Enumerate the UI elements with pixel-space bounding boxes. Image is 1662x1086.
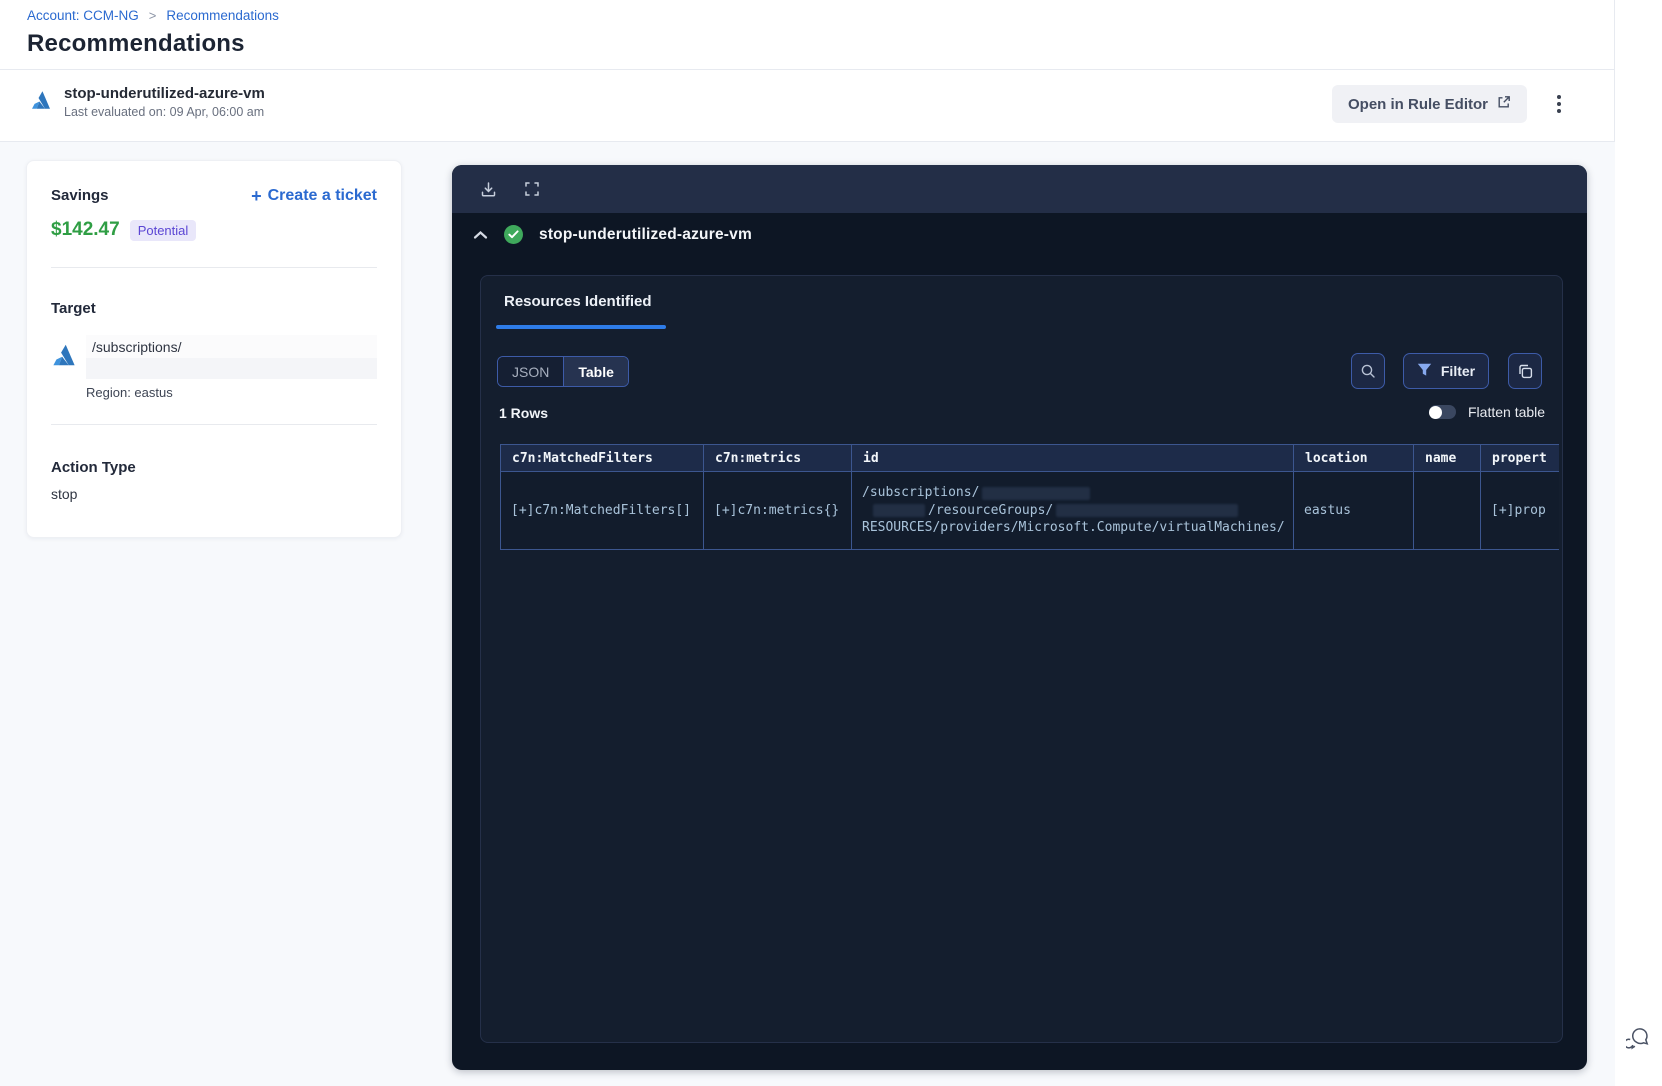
content-column: Account: CCM-NG > Recommendations Recomm… (0, 0, 1615, 1086)
breadcrumb-page-link[interactable]: Recommendations (166, 8, 279, 23)
collapse-chevron-icon[interactable] (473, 230, 488, 240)
cell-id: /subscriptions/ /resourceGroups/ RESOURC… (851, 471, 1294, 550)
resources-card: Resources Identified JSON Table Filter 1… (480, 275, 1563, 1043)
fullscreen-icon[interactable] (522, 179, 542, 199)
action-type-label: Action Type (51, 459, 136, 476)
target-row: /subscriptions/ (51, 335, 377, 379)
panel-toolbar (452, 165, 1587, 213)
table-header-row: c7n:MatchedFilters c7n:metrics id locati… (500, 444, 1559, 472)
col-header-id: id (851, 444, 1294, 472)
cell-name (1413, 471, 1481, 550)
col-header-location: location (1293, 444, 1414, 472)
main-area: Savings + Create a ticket $142.47 Potent… (0, 142, 1615, 1086)
azure-logo-icon-small (51, 342, 77, 373)
create-ticket-label: Create a ticket (267, 187, 377, 204)
target-label: Target (51, 300, 96, 317)
more-options-kebab-button[interactable] (1549, 89, 1569, 119)
col-header-properties: propert (1480, 444, 1559, 472)
breadcrumb-separator: > (148, 8, 157, 23)
redacted-text (982, 486, 1091, 500)
divider (51, 267, 377, 268)
download-icon[interactable] (478, 179, 498, 199)
view-json-button[interactable]: JSON (498, 357, 565, 386)
cell-location: eastus (1293, 471, 1414, 550)
open-in-rule-editor-label: Open in Rule Editor (1347, 95, 1488, 113)
col-header-metrics: c7n:metrics (703, 444, 852, 472)
recommendations-page: Account: CCM-NG > Recommendations Recomm… (0, 0, 1662, 1086)
rule-title: stop-underutilized-azure-vm (64, 85, 265, 102)
savings-label: Savings (51, 187, 109, 204)
savings-amount: $142.47 (51, 219, 120, 240)
divider (51, 424, 377, 425)
target-path: /subscriptions/ (86, 335, 377, 358)
open-in-rule-editor-button[interactable]: Open in Rule Editor (1331, 85, 1527, 123)
panel-rule-row: stop-underutilized-azure-vm (473, 225, 752, 244)
id-line-3: RESOURCES/providers/Microsoft.Compute/vi… (862, 520, 1285, 536)
search-button[interactable] (1351, 353, 1385, 389)
results-table-container: c7n:MatchedFilters c7n:metrics id locati… (500, 444, 1559, 550)
cell-properties-expander[interactable]: [+]prop (1480, 471, 1559, 550)
action-type-value: stop (51, 486, 78, 502)
page-title: Recommendations (27, 30, 245, 57)
breadcrumb: Account: CCM-NG > Recommendations (27, 8, 279, 23)
create-ticket-button[interactable]: + Create a ticket (251, 187, 377, 205)
row-count: 1 Rows (499, 405, 549, 421)
azure-logo-icon (30, 89, 52, 116)
recommendation-summary-card: Savings + Create a ticket $142.47 Potent… (26, 160, 402, 538)
filter-label: Filter (1440, 363, 1476, 379)
tab-resources-identified[interactable]: Resources Identified (496, 293, 660, 310)
rule-header-row: stop-underutilized-azure-vm Last evaluat… (0, 70, 1614, 142)
rule-last-evaluated: Last evaluated on: 09 Apr, 06:00 am (64, 105, 265, 119)
redacted-text (873, 504, 925, 517)
external-link-icon (1497, 95, 1511, 113)
id-line-1: /subscriptions/ (862, 485, 980, 501)
rule-header-actions: Open in Rule Editor (1331, 85, 1569, 123)
filter-button[interactable]: Filter (1403, 353, 1489, 389)
target-region: Region: eastus (86, 385, 173, 400)
success-check-icon (504, 225, 523, 244)
redacted-text (1056, 504, 1239, 517)
rule-output-panel: stop-underutilized-azure-vm Resources Id… (452, 165, 1587, 1070)
col-header-matched-filters: c7n:MatchedFilters (500, 444, 704, 472)
id-line-2: /resourceGroups/ (928, 502, 1054, 518)
target-path-redacted (86, 358, 377, 379)
flatten-table-label: Flatten table (1468, 404, 1546, 420)
results-table: c7n:MatchedFilters c7n:metrics id locati… (500, 444, 1559, 550)
flatten-table-toggle[interactable] (1429, 405, 1456, 419)
cell-matched-filters-expander[interactable]: [+]c7n:MatchedFilters[] (500, 471, 704, 550)
active-tab-indicator (496, 325, 666, 329)
top-bar: Account: CCM-NG > Recommendations Recomm… (0, 0, 1614, 70)
chat-help-icon[interactable] (1623, 1022, 1655, 1054)
breadcrumb-account-link[interactable]: Account: CCM-NG (27, 8, 139, 23)
table-row: [+]c7n:MatchedFilters[] [+]c7n:metrics{}… (500, 471, 1559, 550)
view-mode-toggle: JSON Table (497, 356, 629, 387)
potential-badge: Potential (129, 219, 197, 241)
cell-metrics-expander[interactable]: [+]c7n:metrics{} (703, 471, 852, 550)
flatten-table-control: Flatten table (1429, 404, 1545, 420)
panel-rule-title: stop-underutilized-azure-vm (539, 225, 752, 243)
copy-button[interactable] (1508, 353, 1542, 389)
col-header-name: name (1413, 444, 1481, 472)
filter-funnel-icon (1417, 363, 1432, 380)
plus-icon: + (251, 186, 262, 206)
view-table-button[interactable]: Table (564, 357, 628, 386)
rule-identity: stop-underutilized-azure-vm Last evaluat… (30, 85, 265, 119)
